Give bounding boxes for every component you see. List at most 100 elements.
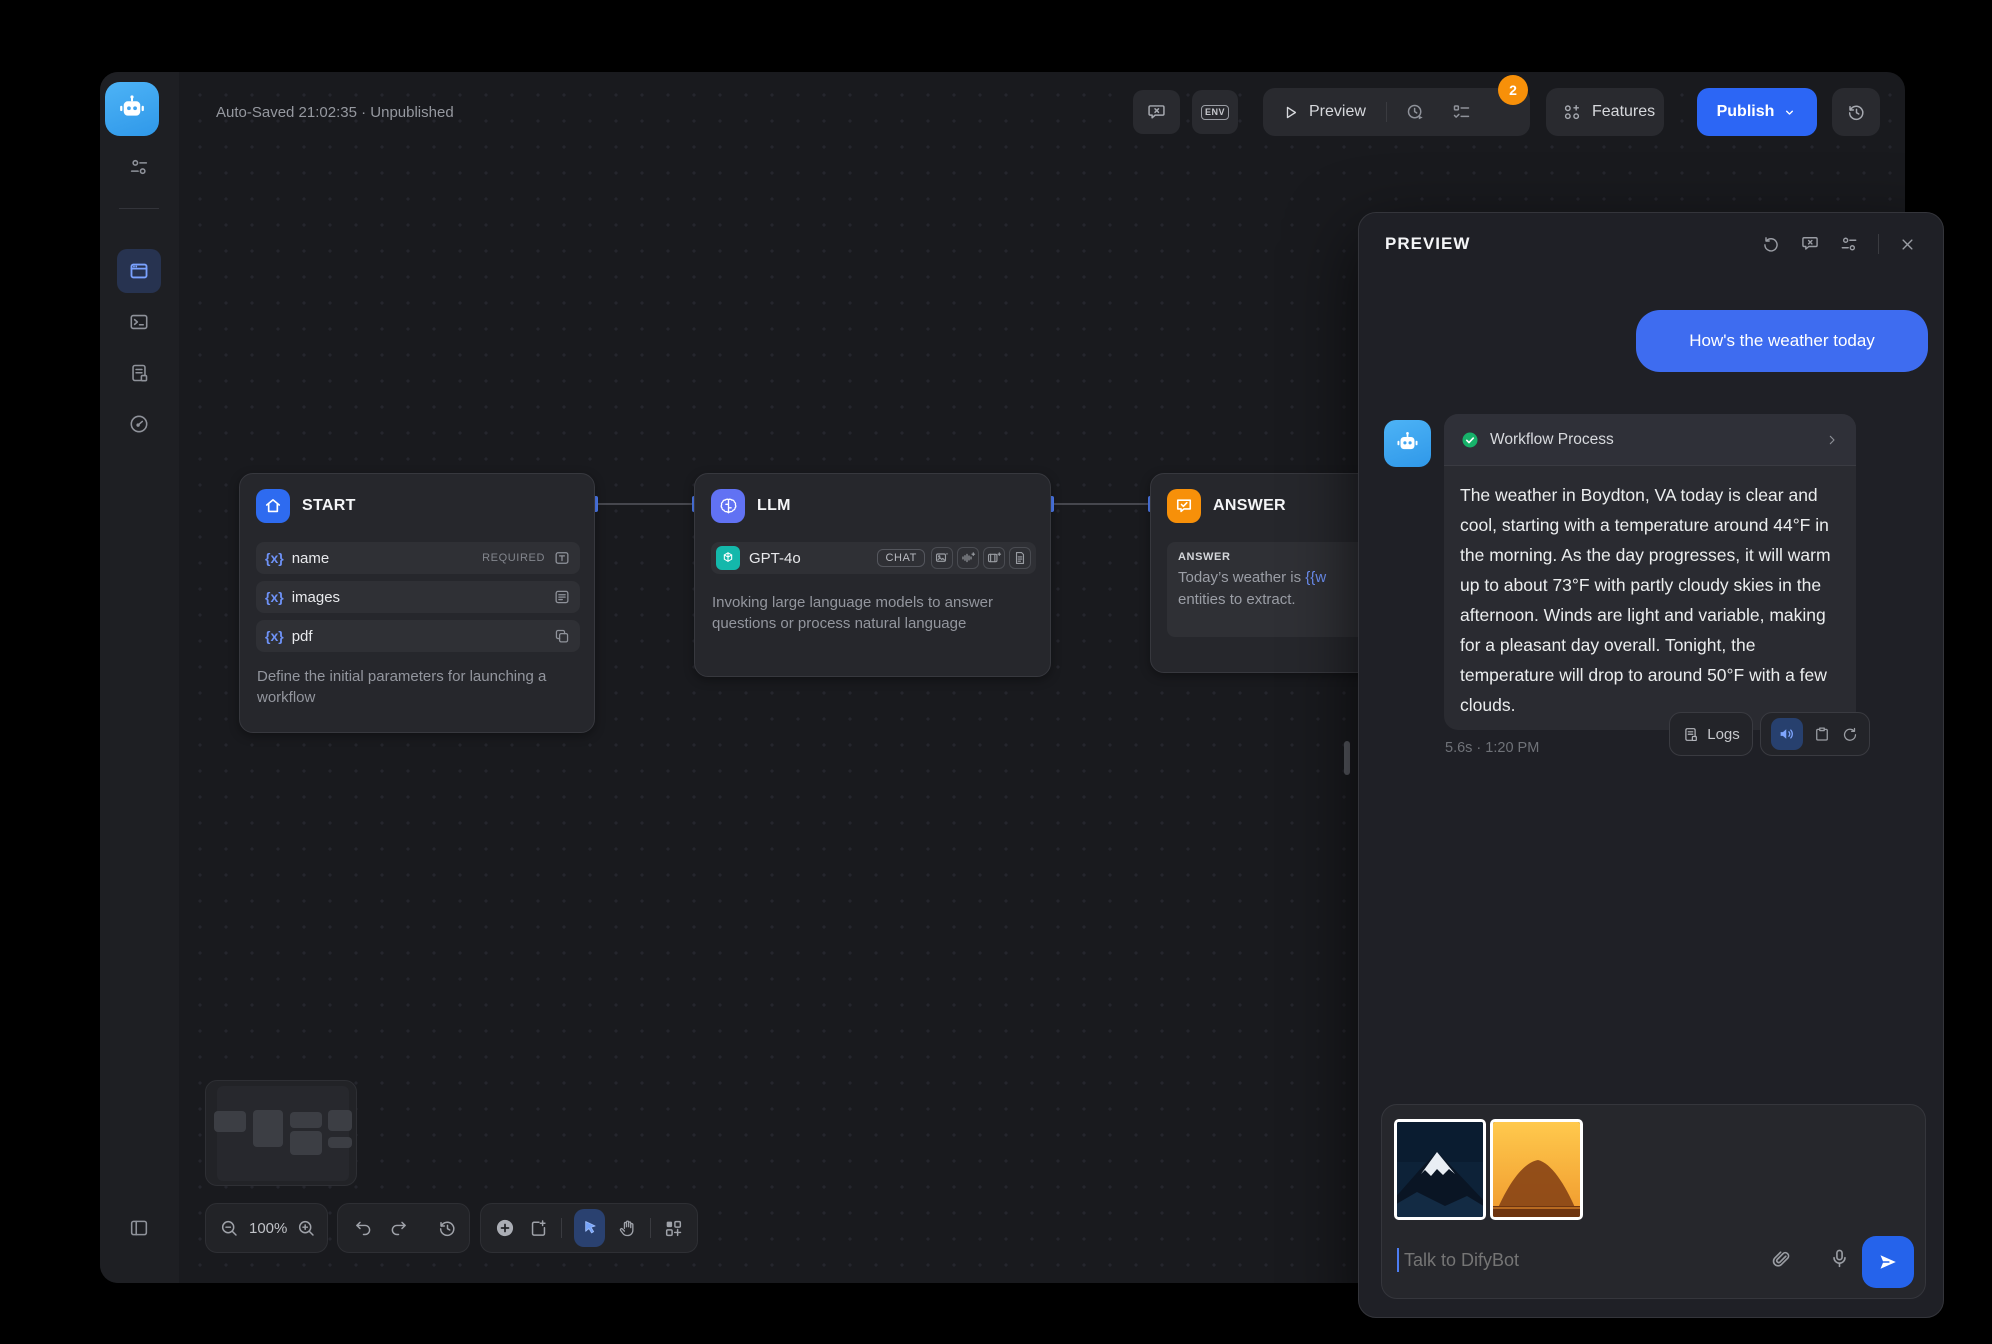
hand-mode-button[interactable] (617, 1218, 638, 1239)
robot-icon (1394, 430, 1421, 457)
sidebar-item-orchestrate[interactable] (117, 249, 161, 293)
audio-capability-icon (957, 547, 979, 569)
logs-button[interactable]: Logs (1669, 712, 1753, 756)
attachment-thumbnail-sunset[interactable] (1490, 1119, 1583, 1220)
organize-nodes-button[interactable] (663, 1218, 684, 1239)
files-type-icon (553, 627, 571, 645)
user-message-bubble: How's the weather today (1636, 310, 1928, 372)
checklist-badge: 2 (1498, 75, 1528, 105)
add-note-button[interactable] (528, 1218, 549, 1239)
window-icon (128, 260, 150, 282)
add-node-button[interactable] (494, 1217, 516, 1239)
panel-resize-handle[interactable] (1344, 741, 1350, 775)
zoom-level[interactable]: 100% (249, 1220, 287, 1237)
logs-icon (1682, 726, 1699, 743)
answer-output-text2: entities to extract. (1178, 591, 1296, 608)
variable-icon: {x} (265, 628, 284, 644)
success-check-icon (1460, 430, 1480, 450)
conversation-variables-button[interactable] (1800, 234, 1820, 254)
redo-button[interactable] (388, 1218, 409, 1239)
openai-logo (716, 546, 740, 570)
sidebar-item-monitoring[interactable] (117, 402, 161, 446)
pointer-mode-button[interactable] (574, 1209, 605, 1247)
toolbar-divider (650, 1218, 651, 1238)
minimap-node (328, 1110, 352, 1131)
checklist-button[interactable] (1445, 95, 1479, 129)
group-divider (1386, 102, 1387, 122)
env-button[interactable]: ENV (1192, 90, 1238, 134)
send-button[interactable] (1862, 1236, 1914, 1288)
run-history-button[interactable] (1399, 95, 1433, 129)
terminal-icon (128, 311, 150, 333)
change-history-button[interactable] (437, 1218, 458, 1239)
node-llm[interactable]: LLM GPT-4o CHAT Invoking large language … (694, 473, 1051, 677)
user-message-text: How's the weather today (1689, 331, 1875, 351)
zoom-out-button[interactable] (219, 1218, 240, 1239)
minimap-viewport (217, 1086, 349, 1181)
minimap-node (290, 1112, 322, 1128)
sidebar-item-settings[interactable] (117, 145, 161, 189)
document-capability-icon (1009, 547, 1031, 569)
app-logo[interactable] (105, 82, 159, 136)
preview-title: PREVIEW (1385, 234, 1742, 254)
llm-node-title: LLM (757, 497, 791, 515)
voice-input-button[interactable] (1828, 1247, 1851, 1270)
sidebar-item-logs[interactable] (117, 351, 161, 395)
env-icon: ENV (1201, 105, 1229, 120)
publish-label: Publish (1717, 103, 1775, 121)
llm-model-selector[interactable]: GPT-4o CHAT (711, 542, 1036, 574)
copy-button[interactable] (1813, 725, 1831, 743)
minimap-node (328, 1137, 352, 1148)
edge-llm-answer (1053, 503, 1150, 505)
sidebar-item-api[interactable] (117, 300, 161, 344)
history-controls (337, 1203, 470, 1253)
speak-button[interactable] (1771, 718, 1803, 750)
model-mode-badge: CHAT (877, 549, 925, 567)
preview-run-button[interactable]: Preview (1281, 103, 1366, 122)
autosave-status: Auto-Saved 21:02:35 · Unpublished (216, 104, 454, 121)
edge-start-llm (597, 503, 694, 505)
close-icon[interactable] (1898, 235, 1917, 254)
logs-icon (128, 362, 150, 384)
zoom-in-button[interactable] (296, 1218, 317, 1239)
variable-inspect-button[interactable] (1133, 90, 1180, 134)
preview-settings-button[interactable] (1839, 234, 1859, 254)
features-icon (1562, 102, 1582, 122)
restart-conversation-button[interactable] (1761, 234, 1781, 254)
variable-icon: {x} (265, 589, 284, 605)
undo-button[interactable] (353, 1218, 374, 1239)
regenerate-button[interactable] (1841, 725, 1859, 743)
start-node-icon (256, 489, 290, 523)
workflow-process-label: Workflow Process (1490, 431, 1814, 449)
toolbar-divider (561, 1218, 562, 1238)
logs-label: Logs (1707, 726, 1740, 743)
minimap[interactable] (205, 1080, 357, 1186)
preview-header: PREVIEW (1359, 213, 1943, 275)
features-label: Features (1592, 103, 1655, 121)
chevron-down-icon (1782, 105, 1797, 120)
publish-button[interactable]: Publish (1697, 88, 1817, 136)
answer-output-text: Today’s weather is (1178, 569, 1305, 586)
attach-file-button[interactable] (1770, 1248, 1793, 1271)
model-name: GPT-4o (749, 550, 801, 567)
start-node-description: Define the initial parameters for launch… (257, 666, 557, 708)
start-field-images[interactable]: {x} images (256, 581, 580, 613)
features-button[interactable]: Features (1546, 88, 1664, 136)
llm-node-icon (711, 489, 745, 523)
attachment-thumbnail-fuji[interactable] (1394, 1119, 1486, 1220)
llm-node-description: Invoking large language models to answer… (712, 592, 1027, 634)
workflow-process-row[interactable]: Workflow Process (1444, 414, 1856, 466)
variable-icon: {x} (265, 550, 284, 566)
start-field-pdf[interactable]: {x} pdf (256, 620, 580, 652)
input-caret (1397, 1248, 1399, 1272)
minimap-node (290, 1131, 322, 1155)
chat-input[interactable] (1402, 1243, 1732, 1277)
sidebar-collapse-button[interactable] (117, 1206, 161, 1250)
header-divider (1878, 234, 1879, 254)
start-field-name[interactable]: {x} name REQUIRED (256, 542, 580, 574)
answer-node-title: ANSWER (1213, 497, 1286, 515)
node-start[interactable]: START {x} name REQUIRED {x} images {x} p… (239, 473, 595, 733)
version-history-button[interactable] (1832, 88, 1880, 136)
chat-input-container (1381, 1104, 1926, 1299)
text-type-icon (553, 549, 571, 567)
